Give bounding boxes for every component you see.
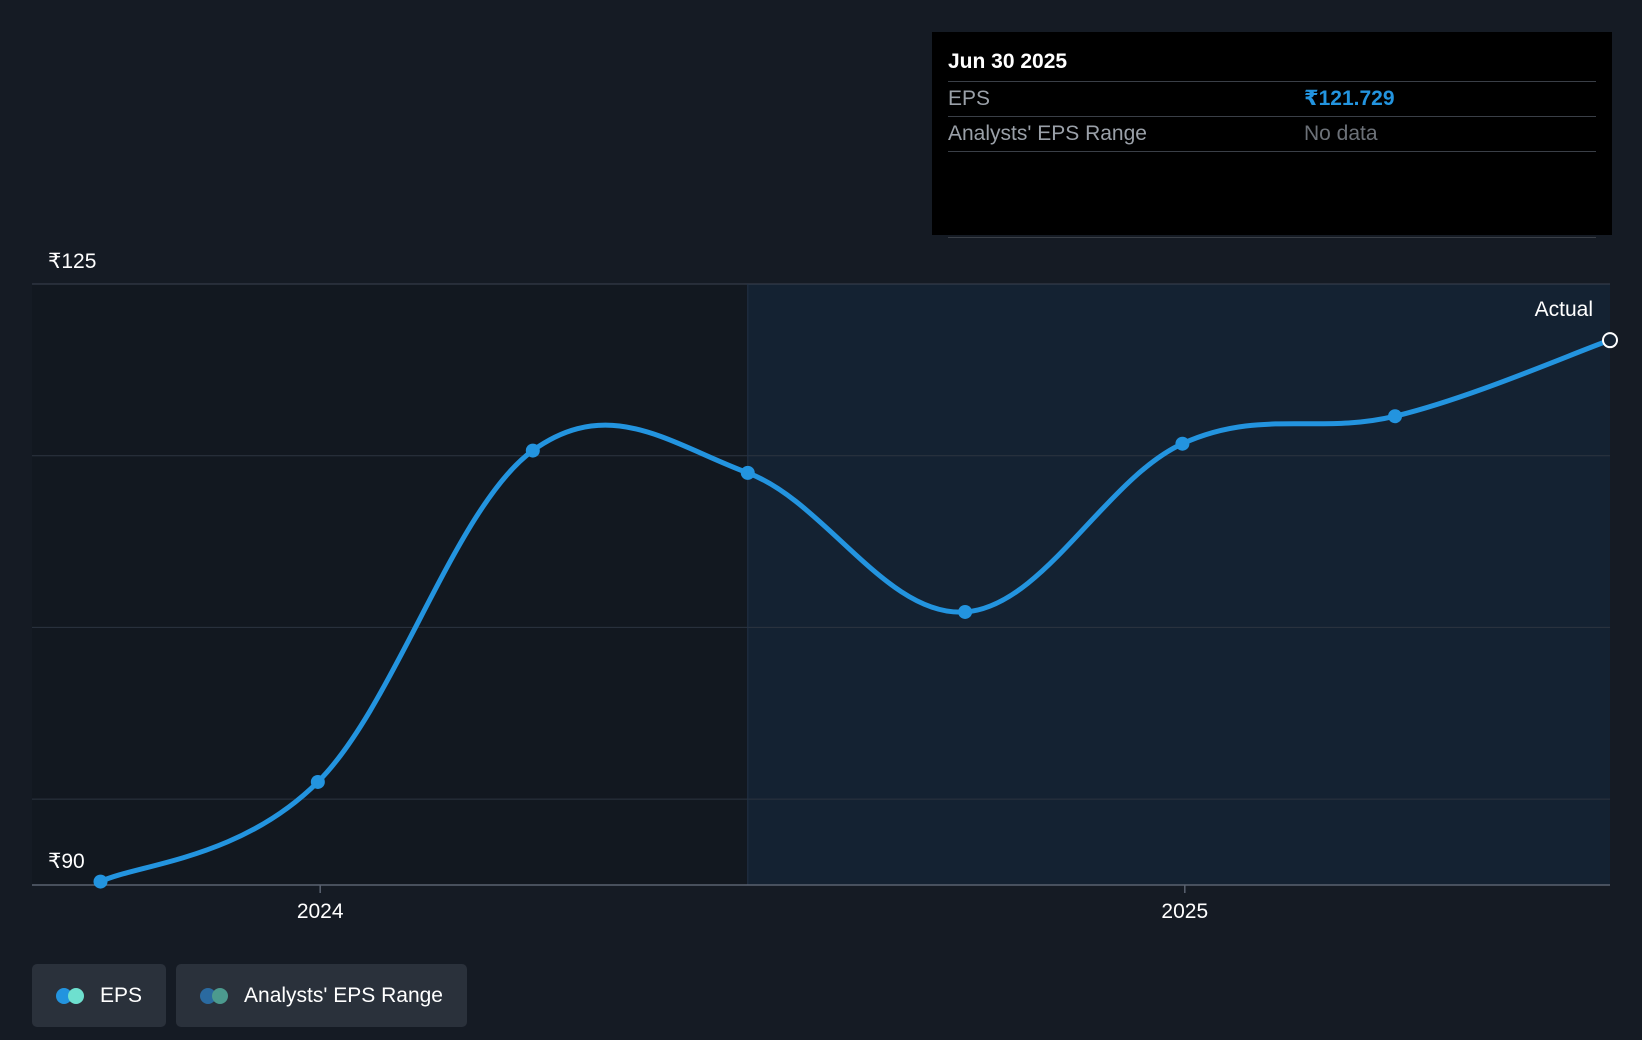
past-region-background [32, 284, 748, 885]
actual-region-background [747, 284, 1610, 885]
tooltip-date: Jun 30 2025 [948, 46, 1596, 82]
tooltip-range-label: Analysts' EPS Range [948, 122, 1147, 145]
eps-data-point[interactable] [1602, 332, 1618, 349]
eps-data-point[interactable] [310, 774, 325, 789]
eps-data-point[interactable] [958, 604, 973, 619]
range-legend-icon [200, 987, 230, 1004]
y-axis-min-label: ₹90 [48, 850, 85, 873]
eps-data-point[interactable] [1175, 436, 1190, 451]
x-tick-labels: 2024 2025 [297, 900, 1208, 923]
tooltip-eps-value: ₹121.729 [1304, 87, 1395, 110]
legend-range-label: Analysts' EPS Range [244, 983, 443, 1007]
tooltip-eps-row: EPS ₹121.729 [948, 82, 1596, 117]
eps-data-point[interactable] [93, 874, 108, 889]
tooltip-range-value: No data [1304, 122, 1378, 145]
x-tick-label: 2024 [297, 900, 344, 923]
eps-data-point[interactable] [740, 465, 755, 480]
tooltip-eps-label: EPS [948, 87, 991, 110]
legend-item-eps[interactable]: EPS [32, 964, 167, 1027]
eps-data-point[interactable] [1388, 409, 1403, 424]
actual-region-label: Actual [1535, 298, 1593, 321]
tooltip-range-row: Analysts' EPS Range No data [948, 117, 1596, 152]
chart-legend: EPS Analysts' EPS Range [32, 964, 467, 1027]
legend-eps-label: EPS [100, 983, 143, 1007]
x-tick-label: 2025 [1161, 900, 1208, 923]
legend-item-analysts-range[interactable]: Analysts' EPS Range [176, 964, 467, 1027]
x-axis [32, 884, 1610, 893]
eps-data-point[interactable] [525, 443, 540, 458]
y-axis-max-label: ₹125 [48, 250, 96, 273]
eps-legend-icon [56, 987, 86, 1004]
tooltip-spacer [948, 152, 1596, 238]
hover-tooltip: Jun 30 2025 EPS ₹121.729 Analysts' EPS R… [932, 32, 1612, 238]
